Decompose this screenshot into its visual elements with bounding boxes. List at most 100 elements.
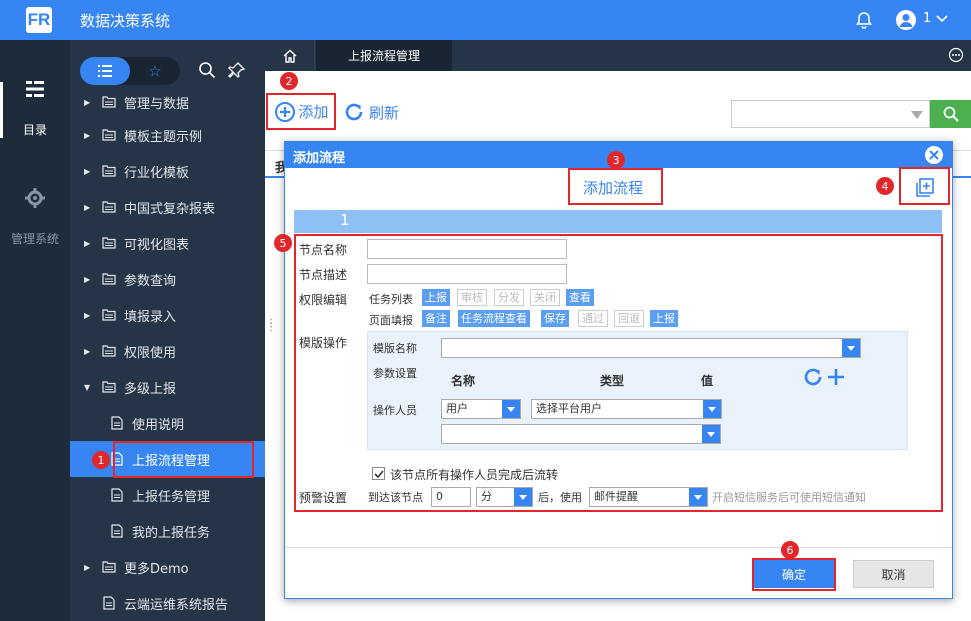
- folder-icon: [102, 129, 116, 141]
- chevron-down-icon[interactable]: [936, 14, 948, 24]
- tree-item-label: 行业化模板: [124, 165, 190, 181]
- expand-arrow-icon: ▶: [84, 202, 91, 212]
- tree-item-label: 云端运维系统报告: [124, 597, 229, 613]
- rail-item-admin[interactable]: 管理系统: [0, 230, 70, 247]
- home-icon: [283, 49, 296, 63]
- folder-icon: [102, 165, 116, 177]
- tree-item-cloud-ops-report[interactable]: 云端运维系统报告: [70, 585, 265, 621]
- expand-arrow-icon: ▶: [84, 97, 91, 107]
- expand-arrow-icon: ▶: [84, 310, 91, 320]
- catalog-icon[interactable]: [24, 78, 46, 100]
- folder-icon: [102, 561, 116, 573]
- gear-icon[interactable]: [24, 187, 46, 209]
- document-icon: [111, 416, 123, 430]
- expand-arrow-icon: ▶: [84, 274, 91, 284]
- annotation-badge-3: 3: [607, 151, 625, 169]
- folder-icon: [102, 273, 116, 285]
- collapse-arrow-icon: ▼: [84, 382, 91, 392]
- tree-item-label: 使用说明: [132, 417, 185, 433]
- user-icon: [899, 14, 913, 27]
- tree-item-label: 我的上报任务: [132, 525, 211, 541]
- refresh-icon: [345, 103, 363, 121]
- folder-icon: [102, 381, 116, 393]
- tab-report-flow-manage[interactable]: 上报流程管理: [316, 40, 452, 71]
- tree-item-label: 中国式复杂报表: [124, 201, 216, 217]
- folder-icon: [102, 345, 116, 357]
- expand-arrow-icon: ▶: [84, 238, 91, 248]
- tree-item-label: 权限使用: [124, 345, 177, 361]
- tab-bar: 上报流程管理: [265, 40, 971, 71]
- tree-item-my-report-tasks[interactable]: 我的上报任务: [70, 513, 265, 549]
- tree-item-usage-guide[interactable]: 使用说明: [70, 405, 265, 441]
- user-name[interactable]: 1: [923, 11, 931, 26]
- user-avatar[interactable]: [896, 10, 916, 30]
- dropdown-arrow-icon[interactable]: [911, 111, 923, 119]
- logo-text: FR: [27, 10, 51, 29]
- tree-item-label: 参数查询: [124, 273, 177, 289]
- annotation-badge-6: 6: [781, 541, 799, 559]
- annotation-badge-1: 1: [92, 451, 110, 469]
- expand-arrow-icon: ▶: [84, 130, 91, 140]
- document-icon: [103, 596, 115, 610]
- tree-item-label: 管理与数据: [124, 96, 190, 112]
- dialog-footer: [285, 547, 952, 598]
- search-icon[interactable]: [198, 61, 216, 79]
- directory-tree: ☆ ▶ 管理与数据 ▶ 模板主题示例 ▶ 行业化模板 ▶ 中国式复杂报表 ▶ 可视化图表 …: [70, 40, 265, 621]
- tree-item-data-management[interactable]: ▶ 管理与数据: [70, 84, 265, 120]
- expand-arrow-icon: ▶: [84, 166, 91, 176]
- bell-icon[interactable]: [855, 11, 873, 29]
- search-icon: [943, 106, 959, 122]
- search-button[interactable]: [930, 100, 971, 128]
- cancel-button[interactable]: 取消: [853, 560, 934, 588]
- annotation-box-3: [568, 168, 663, 205]
- node-step-bar[interactable]: 1: [294, 210, 942, 233]
- refresh-button[interactable]: 刷新: [343, 100, 399, 124]
- tree-item-multi-report[interactable]: ▼ 多级上报: [70, 369, 265, 405]
- dialog-title: 添加流程: [293, 151, 346, 166]
- tree-view-switch[interactable]: ☆: [80, 57, 180, 85]
- folder-icon: [102, 237, 116, 249]
- tree-item-more-demo[interactable]: ▶ 更多Demo: [70, 549, 265, 585]
- annotation-badge-2: 2: [280, 72, 298, 90]
- refresh-button-label: 刷新: [369, 103, 400, 122]
- tab-home[interactable]: [265, 40, 315, 71]
- tree-item-label: 模板主题示例: [124, 129, 203, 145]
- folder-icon: [102, 96, 116, 108]
- close-button[interactable]: [925, 146, 943, 164]
- tree-item-report-task-manage[interactable]: 上报任务管理: [70, 477, 265, 513]
- splitter-handle[interactable]: ⋮ ⋮: [266, 319, 276, 333]
- tree-item-param-query[interactable]: ▶ 参数查询: [70, 261, 265, 297]
- tree-item-industry-templates[interactable]: ▶ 行业化模板: [70, 153, 265, 189]
- rail-item-catalog[interactable]: 目录: [0, 121, 70, 138]
- tree-item-visual-charts[interactable]: ▶ 可视化图表: [70, 225, 265, 261]
- annotation-box-1: [113, 441, 254, 478]
- pin-icon[interactable]: [228, 61, 246, 79]
- tree-item-label: 上报任务管理: [132, 489, 211, 505]
- annotation-box-6: [752, 558, 836, 591]
- tree-item-chinese-reports[interactable]: ▶ 中国式复杂报表: [70, 189, 265, 225]
- tree-item-theme-examples[interactable]: ▶ 模板主题示例: [70, 117, 265, 153]
- more-icon[interactable]: [948, 47, 964, 63]
- tree-item-permissions[interactable]: ▶ 权限使用: [70, 333, 265, 369]
- annotation-box-4: [899, 167, 950, 205]
- favorites-button[interactable]: ☆: [135, 59, 175, 83]
- tree-item-label: 填报录入: [124, 309, 177, 325]
- list-view-button[interactable]: [80, 57, 130, 85]
- app-logo[interactable]: FR: [26, 7, 52, 33]
- node-step-number: 1: [340, 211, 350, 229]
- annotation-badge-4: 4: [876, 177, 894, 195]
- document-icon: [111, 524, 123, 538]
- expand-arrow-icon: ▶: [84, 562, 91, 572]
- document-icon: [111, 488, 123, 502]
- search-input[interactable]: [731, 100, 930, 128]
- tree-item-label: 可视化图表: [124, 237, 190, 253]
- tree-item-label: 更多Demo: [124, 561, 189, 577]
- annotation-badge-5: 5: [274, 234, 292, 252]
- star-icon: ☆: [148, 62, 162, 80]
- tree-item-fill-entry[interactable]: ▶ 填报录入: [70, 297, 265, 333]
- list-icon: [98, 65, 112, 77]
- nav-rail: 目录 管理系统: [0, 40, 70, 621]
- folder-icon: [102, 201, 116, 213]
- folder-icon: [102, 309, 116, 321]
- annotation-box-5: [294, 234, 943, 512]
